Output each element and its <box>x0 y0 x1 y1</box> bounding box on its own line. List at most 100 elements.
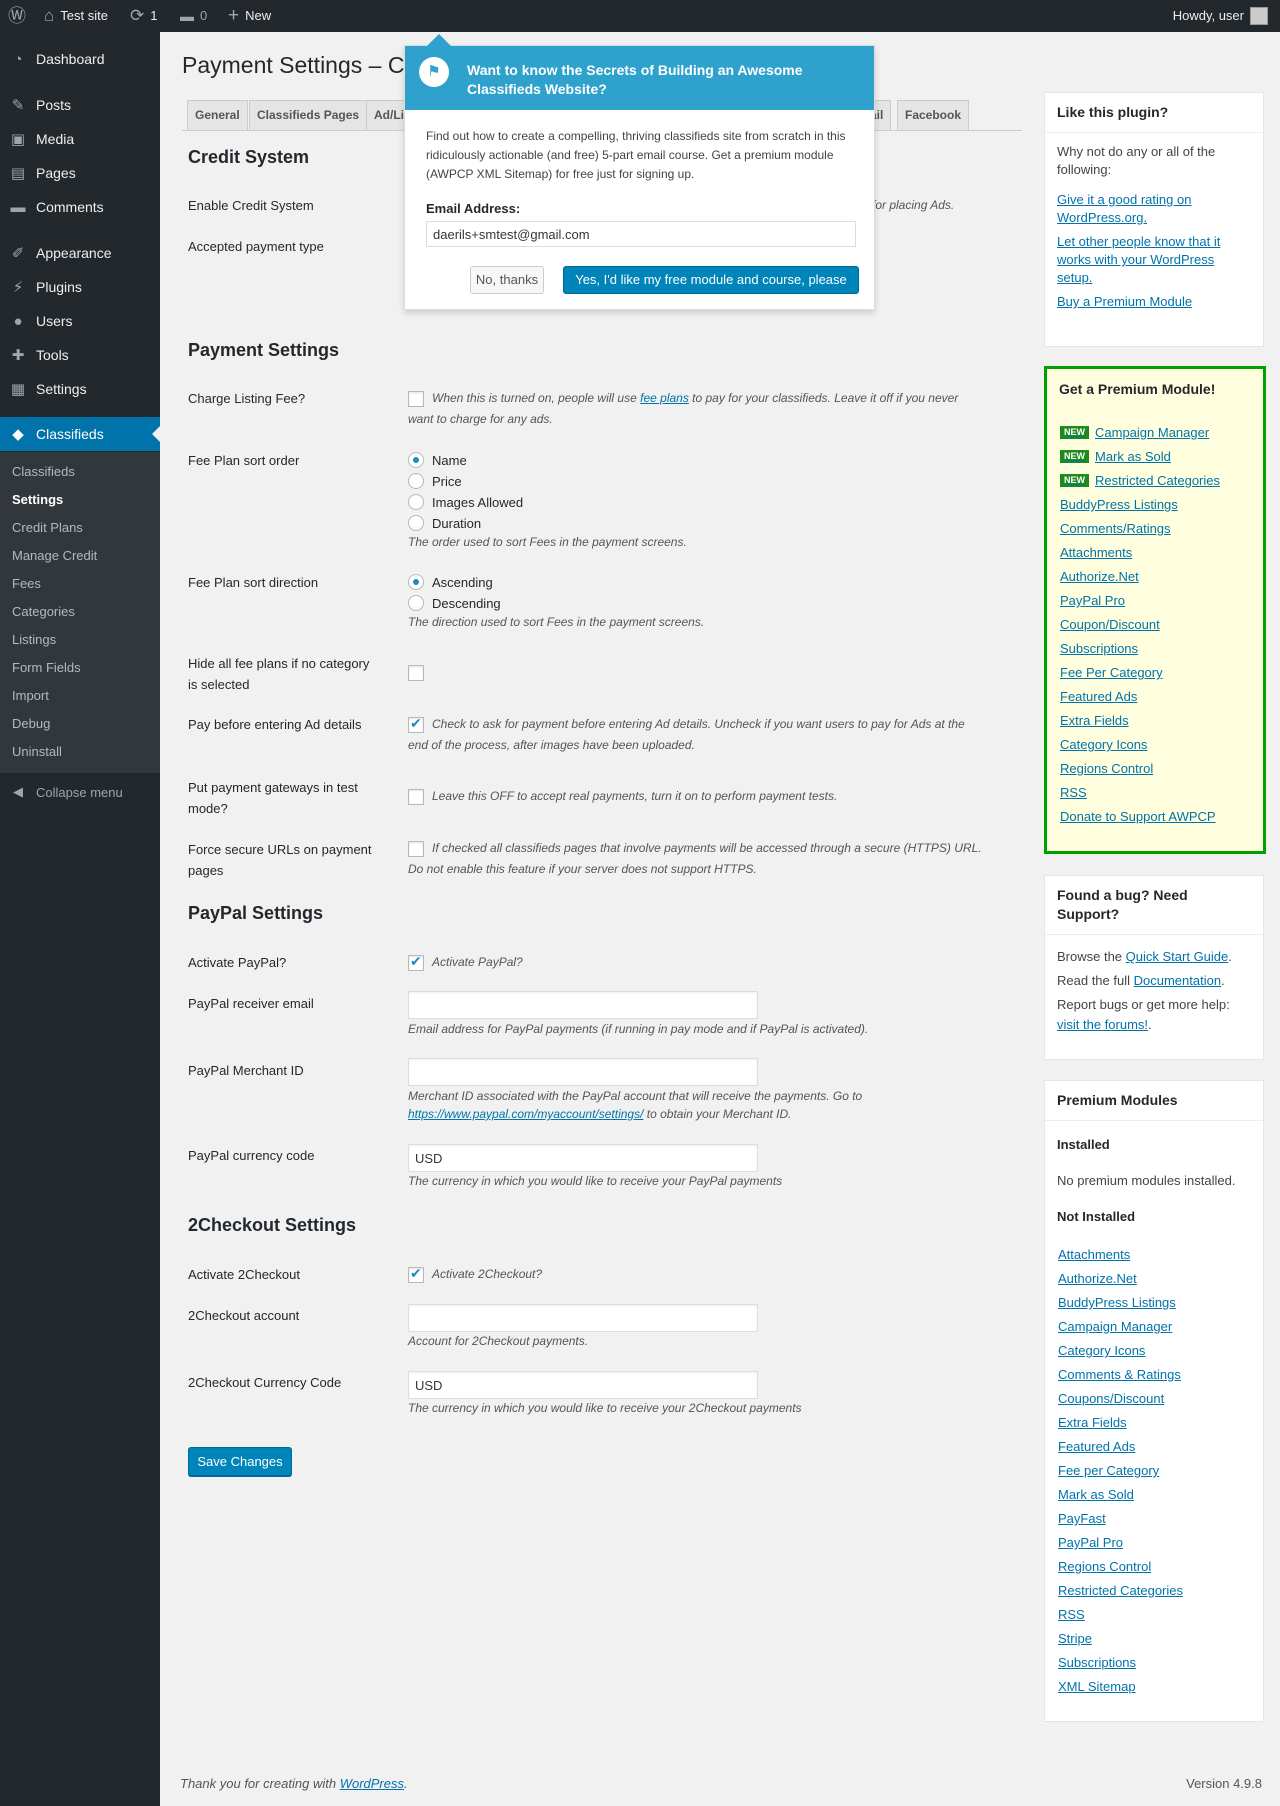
submenu-form-fields[interactable]: Form Fields <box>12 660 81 675</box>
secure-urls-checkbox[interactable] <box>408 841 424 857</box>
pay-before-checkbox[interactable] <box>408 715 424 733</box>
sort-direction-radio-asc[interactable] <box>408 574 424 590</box>
submenu-fees[interactable]: Fees <box>12 576 41 591</box>
submenu-listings[interactable]: Listings <box>12 632 56 647</box>
not-installed-module-link[interactable]: Attachments <box>1058 1247 1130 1262</box>
not-installed-module-link[interactable]: PayFast <box>1058 1511 1106 1526</box>
rate-plugin-link[interactable]: Give it a good rating on WordPress.org. <box>1057 191 1251 227</box>
premium-module-link[interactable]: NEW Restricted Categories <box>1060 473 1220 488</box>
premium-module-link[interactable]: RSS <box>1060 785 1087 800</box>
submenu-import[interactable]: Import <box>12 688 49 703</box>
premium-module-link[interactable]: Donate to Support AWPCP <box>1060 809 1216 824</box>
submenu-credit-plans[interactable]: Credit Plans <box>12 520 83 535</box>
sidebar-item-media[interactable]: ▣ Media <box>0 122 160 156</box>
popup-email-input[interactable] <box>426 221 856 247</box>
submenu-settings[interactable]: Settings <box>12 492 63 507</box>
not-installed-module-link[interactable]: Campaign Manager <box>1058 1319 1172 1334</box>
not-installed-module-link[interactable]: Subscriptions <box>1058 1655 1136 1670</box>
account-menu[interactable]: Howdy, user <box>1173 0 1268 32</box>
submenu-classifieds[interactable]: Classifieds <box>12 464 75 479</box>
not-installed-module-link[interactable]: Regions Control <box>1058 1559 1151 1574</box>
premium-module-link[interactable]: Attachments <box>1060 545 1132 560</box>
not-installed-module-link[interactable]: Stripe <box>1058 1631 1092 1646</box>
sidebar-item-dashboard[interactable]: ◔ Dashboard <box>0 42 160 76</box>
not-installed-module-link[interactable]: Coupons/Discount <box>1058 1391 1164 1406</box>
premium-module-link[interactable]: PayPal Pro <box>1060 593 1125 608</box>
new-content-link[interactable]: + New <box>228 0 271 32</box>
charge-fee-checkbox[interactable] <box>408 391 424 407</box>
not-installed-module-link[interactable]: Category Icons <box>1058 1343 1145 1358</box>
not-installed-module-link[interactable]: Mark as Sold <box>1058 1487 1134 1502</box>
2checkout-account-input[interactable] <box>408 1304 758 1332</box>
premium-module-link[interactable]: Featured Ads <box>1060 689 1137 704</box>
activate-paypal-checkbox[interactable] <box>408 953 424 971</box>
sidebar-item-comments[interactable]: ▬ Comments <box>0 190 160 224</box>
premium-module-link[interactable]: Extra Fields <box>1060 713 1129 728</box>
wordpress-logo[interactable]: Ⓦ <box>8 0 26 32</box>
sort-order-radio-price[interactable] <box>408 473 424 489</box>
not-installed-module-link[interactable]: Restricted Categories <box>1058 1583 1183 1598</box>
premium-module-link[interactable]: Fee Per Category <box>1060 665 1163 680</box>
collapse-menu-button[interactable]: ◀ Collapse menu <box>0 782 123 802</box>
not-installed-module-link[interactable]: Extra Fields <box>1058 1415 1127 1430</box>
buy-premium-link[interactable]: Buy a Premium Module <box>1057 293 1251 311</box>
2checkout-currency-input[interactable] <box>408 1371 758 1399</box>
submenu-categories[interactable]: Categories <box>12 604 75 619</box>
sidebar-item-classifieds[interactable]: ◆ Classifieds <box>0 417 160 451</box>
documentation-link[interactable]: Documentation <box>1134 973 1221 988</box>
sort-order-radio-images[interactable] <box>408 494 424 510</box>
not-installed-module-link[interactable]: Fee per Category <box>1058 1463 1159 1478</box>
premium-module-link[interactable]: Regions Control <box>1060 761 1153 776</box>
wordpress-link[interactable]: WordPress <box>340 1776 404 1791</box>
activate-2checkout-checkbox[interactable] <box>408 1265 424 1283</box>
premium-module-link[interactable]: Comments/Ratings <box>1060 521 1171 536</box>
sidebar-item-tools[interactable]: ✚ Tools <box>0 338 160 372</box>
paypal-settings-link[interactable]: https://www.paypal.com/myaccount/setting… <box>408 1107 643 1121</box>
submenu-manage-credit[interactable]: Manage Credit <box>12 548 97 563</box>
paypal-currency-input[interactable] <box>408 1144 758 1172</box>
not-installed-module-link[interactable]: BuddyPress Listings <box>1058 1295 1176 1310</box>
premium-module-link[interactable]: NEW Campaign Manager <box>1060 425 1209 440</box>
not-installed-module-link[interactable]: PayPal Pro <box>1058 1535 1123 1550</box>
fee-plans-link[interactable]: fee plans <box>640 391 689 405</box>
paypal-merchant-input[interactable] <box>408 1058 758 1086</box>
updates-link[interactable]: ⟳ 1 <box>130 0 157 32</box>
subscribe-button[interactable]: Yes, I'd like my free module and course,… <box>563 266 859 294</box>
not-installed-module-link[interactable]: XML Sitemap <box>1058 1679 1136 1694</box>
submenu-debug[interactable]: Debug <box>12 716 50 731</box>
sidebar-item-pages[interactable]: ▤ Pages <box>0 156 160 190</box>
quick-start-link[interactable]: Quick Start Guide <box>1126 949 1229 964</box>
tab-classifieds-pages[interactable]: Classifieds Pages <box>249 100 368 131</box>
sort-direction-radio-desc[interactable] <box>408 595 424 611</box>
premium-module-link[interactable]: Coupon/Discount <box>1060 617 1160 632</box>
premium-module-link[interactable]: Category Icons <box>1060 737 1147 752</box>
share-plugin-link[interactable]: Let other people know that it works with… <box>1057 233 1251 287</box>
tab-general[interactable]: General <box>187 100 248 131</box>
tab-facebook[interactable]: Facebook <box>897 100 970 131</box>
premium-module-link[interactable]: BuddyPress Listings <box>1060 497 1178 512</box>
submenu-uninstall[interactable]: Uninstall <box>12 744 62 759</box>
site-name-link[interactable]: ⌂ Test site <box>44 0 108 32</box>
premium-module-link[interactable]: NEW Mark as Sold <box>1060 449 1171 464</box>
sidebar-item-posts[interactable]: ✎ Posts <box>0 88 160 122</box>
not-installed-module-link[interactable]: Featured Ads <box>1058 1439 1135 1454</box>
test-mode-checkbox[interactable] <box>408 789 424 805</box>
premium-module-link[interactable]: Subscriptions <box>1060 641 1138 656</box>
sidebar-item-appearance[interactable]: ✐ Appearance <box>0 236 160 270</box>
comments-link[interactable]: ▬ 0 <box>180 0 207 32</box>
sidebar-item-plugins[interactable]: ⚡ Plugins <box>0 270 160 304</box>
sidebar-item-settings[interactable]: ▦ Settings <box>0 372 160 406</box>
forums-link[interactable]: visit the forums! <box>1057 1017 1148 1032</box>
save-changes-button[interactable]: Save Changes <box>188 1447 292 1476</box>
sidebar-item-users[interactable]: ● Users <box>0 304 160 338</box>
sort-order-radio-duration[interactable] <box>408 515 424 531</box>
page-title: Payment Settings – Cl <box>182 52 410 78</box>
not-installed-module-link[interactable]: Comments & Ratings <box>1058 1367 1181 1382</box>
sort-order-radio-name[interactable] <box>408 452 424 468</box>
no-thanks-button[interactable]: No, thanks <box>470 266 544 294</box>
not-installed-module-link[interactable]: Authorize.Net <box>1058 1271 1137 1286</box>
paypal-email-input[interactable] <box>408 991 758 1019</box>
hide-fee-plans-checkbox[interactable] <box>408 665 424 681</box>
premium-module-link[interactable]: Authorize.Net <box>1060 569 1139 584</box>
not-installed-module-link[interactable]: RSS <box>1058 1607 1085 1622</box>
